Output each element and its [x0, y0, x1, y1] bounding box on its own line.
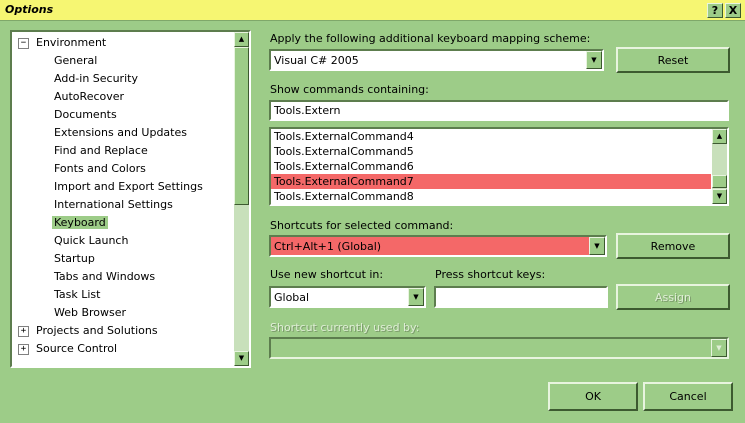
- ok-button[interactable]: OK: [548, 382, 638, 411]
- reset-button-label: Reset: [657, 53, 689, 67]
- tree-item[interactable]: Import and Export Settings: [54, 178, 203, 196]
- commands-scroll-thumb[interactable]: [712, 175, 727, 188]
- scroll-down-icon[interactable]: ▼: [712, 189, 727, 204]
- tree-item-label: Source Control: [36, 342, 118, 355]
- shortcuts-value: Ctrl+Alt+1 (Global): [274, 239, 382, 253]
- tree-item[interactable]: AutoRecover: [54, 88, 124, 106]
- assign-button[interactable]: Assign: [616, 284, 730, 310]
- tree-item[interactable]: Find and Replace: [54, 142, 148, 160]
- tree-item-label: Tabs and Windows: [54, 270, 156, 283]
- tree-item-label: AutoRecover: [54, 90, 125, 103]
- tree-item[interactable]: + Source Control: [18, 340, 117, 358]
- tree-item[interactable]: Web Browser: [54, 304, 126, 322]
- help-icon: ?: [711, 4, 719, 17]
- scroll-up-icon[interactable]: ▲: [234, 32, 249, 47]
- tree-item-label: Task List: [54, 288, 101, 301]
- mapping-scheme-value: Visual C# 2005: [274, 53, 359, 67]
- use-shortcut-in-select[interactable]: Global ▼: [269, 286, 426, 308]
- tree-item-label: Environment: [36, 36, 107, 49]
- tree-item[interactable]: Documents: [54, 106, 117, 124]
- shortcuts-label: Shortcuts for selected command:: [270, 219, 454, 232]
- tree-item-label: General: [54, 54, 98, 67]
- press-shortcut-input[interactable]: [434, 286, 608, 308]
- mapping-scheme-select[interactable]: Visual C# 2005 ▼: [269, 49, 604, 71]
- tree-scroll-thumb[interactable]: [234, 47, 249, 205]
- options-tree[interactable]: − Environment General Add-in Security AutoRe…: [10, 30, 251, 368]
- command-item[interactable]: Tools.ExternalCommand6: [271, 159, 711, 174]
- tree-item[interactable]: Startup: [54, 250, 95, 268]
- chevron-down-icon[interactable]: ▼: [589, 237, 605, 255]
- remove-button[interactable]: Remove: [616, 233, 730, 259]
- expand-icon[interactable]: +: [18, 344, 29, 355]
- commands-filter-input[interactable]: Tools.Extern: [269, 100, 729, 121]
- tree-item[interactable]: Task List: [54, 286, 100, 304]
- expand-icon[interactable]: +: [18, 326, 29, 337]
- cancel-button-label: Cancel: [669, 390, 707, 403]
- tree-item-label: Fonts and Colors: [54, 162, 146, 175]
- tree-item[interactable]: − Environment: [18, 34, 106, 52]
- tree-item-label: Import and Export Settings: [54, 180, 203, 193]
- tree-item-label: Add-in Security: [54, 72, 138, 85]
- use-shortcut-in-label: Use new shortcut in:: [270, 268, 384, 281]
- command-item[interactable]: Tools.ExternalCommand7: [271, 174, 711, 189]
- command-item[interactable]: Tools.ExternalCommand8: [271, 189, 711, 204]
- commands-filter-label: Show commands containing:: [270, 83, 429, 96]
- tree-item[interactable]: International Settings: [54, 196, 173, 214]
- tree-item[interactable]: Add-in Security: [54, 70, 138, 88]
- tree-item[interactable]: Keyboard: [52, 214, 108, 232]
- tree-item-label: Startup: [54, 252, 95, 265]
- chevron-down-icon[interactable]: ▼: [711, 339, 727, 357]
- tree-item[interactable]: General: [54, 52, 97, 70]
- close-icon: X: [728, 4, 738, 17]
- shortcuts-select[interactable]: Ctrl+Alt+1 (Global) ▼: [269, 235, 607, 257]
- scroll-down-icon[interactable]: ▼: [234, 351, 249, 366]
- chevron-down-icon[interactable]: ▼: [408, 288, 424, 306]
- tree-item-label: Find and Replace: [54, 144, 148, 157]
- window-title: Options: [5, 3, 54, 16]
- command-item[interactable]: Tools.ExternalCommand4: [271, 129, 711, 144]
- tree-scrollbar[interactable]: ▲ ▼: [234, 32, 249, 366]
- press-shortcut-label: Press shortcut keys:: [435, 268, 546, 281]
- command-item[interactable]: Tools.ExternalCommand5: [271, 144, 711, 159]
- chevron-down-icon[interactable]: ▼: [586, 51, 602, 69]
- assign-button-label: Assign: [655, 290, 691, 304]
- tree-item-label: Quick Launch: [54, 234, 129, 247]
- tree-item-label: Projects and Solutions: [36, 324, 158, 337]
- tree-item-label: International Settings: [54, 198, 173, 211]
- title-bar: [0, 0, 745, 21]
- tree-item-label: Extensions and Updates: [54, 126, 187, 139]
- tree-item[interactable]: + Projects and Solutions: [18, 322, 158, 340]
- commands-scrollbar[interactable]: ▲ ▼: [712, 129, 727, 204]
- remove-button-label: Remove: [650, 239, 696, 253]
- help-button[interactable]: ?: [707, 3, 723, 18]
- cancel-button[interactable]: Cancel: [643, 382, 733, 411]
- tree-item[interactable]: Quick Launch: [54, 232, 128, 250]
- mapping-scheme-label: Apply the following additional keyboard …: [270, 32, 591, 45]
- collapse-icon[interactable]: −: [18, 38, 29, 49]
- scroll-up-icon[interactable]: ▲: [712, 129, 727, 144]
- used-by-label: Shortcut currently used by:: [270, 321, 420, 334]
- commands-filter-value: Tools.Extern: [274, 104, 341, 117]
- tree-item[interactable]: Fonts and Colors: [54, 160, 146, 178]
- tree-item-label: Documents: [54, 108, 117, 121]
- close-button[interactable]: X: [725, 3, 741, 18]
- tree-item[interactable]: Extensions and Updates: [54, 124, 187, 142]
- ok-button-label: OK: [585, 390, 601, 403]
- use-shortcut-in-value: Global: [274, 290, 310, 304]
- reset-button[interactable]: Reset: [616, 47, 730, 73]
- used-by-select[interactable]: ▼: [269, 337, 729, 359]
- commands-list-items: Tools.ExternalCommand4 Tools.ExternalComm…: [271, 129, 711, 204]
- tree-item-label: Keyboard: [52, 216, 108, 229]
- tree-item[interactable]: Tabs and Windows: [54, 268, 155, 286]
- tree-item-label: Web Browser: [54, 306, 127, 319]
- commands-list[interactable]: Tools.ExternalCommand4 Tools.ExternalComm…: [269, 127, 729, 206]
